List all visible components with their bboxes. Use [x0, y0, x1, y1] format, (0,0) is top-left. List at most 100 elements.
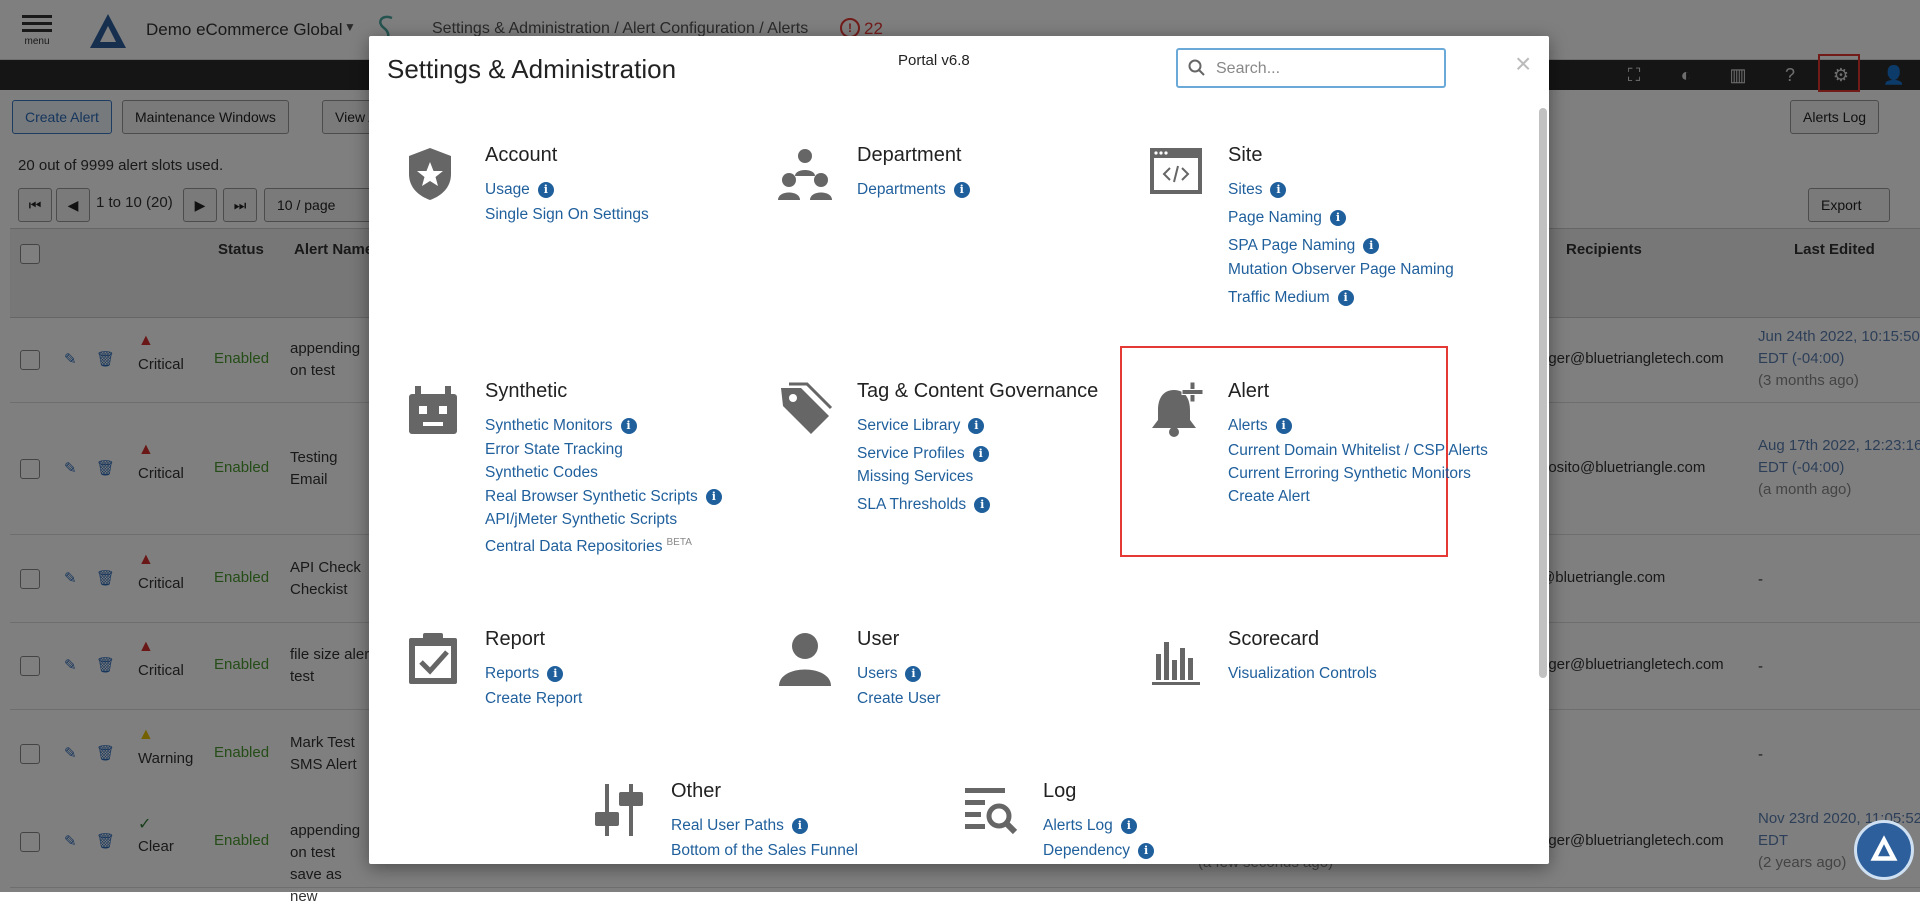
search-icon: [1188, 59, 1205, 76]
link-label: Mutation Observer Page Naming: [1228, 261, 1454, 278]
site-title: Site: [1228, 144, 1263, 166]
link-label: Central Data Repositories: [485, 538, 663, 556]
info-icon[interactable]: i: [791, 818, 808, 834]
info-icon[interactable]: i: [620, 418, 637, 434]
scorecard-icon: [1148, 630, 1206, 688]
synthetic-title: Synthetic: [485, 380, 568, 402]
other-links: Real User Paths i Bottom of the Sales Funn…: [671, 814, 858, 862]
link-label: Missing Services: [857, 468, 974, 485]
link-label: Service Profiles: [857, 445, 965, 462]
synthetic-link-api-jmeter-synthetic-scripts[interactable]: API/jMeter Synthetic Scripts: [485, 508, 677, 531]
alert-link-current-domain-whitelist-csp-alerts[interactable]: Current Domain Whitelist / CSP Alerts: [1228, 439, 1488, 462]
search-field[interactable]: [1176, 48, 1446, 88]
user-links: Users i Create User: [857, 662, 941, 710]
report-links: Reports i Create Report: [485, 662, 582, 710]
info-icon[interactable]: i: [705, 489, 722, 505]
link-label: Alerts: [1228, 417, 1268, 434]
info-icon[interactable]: i: [953, 182, 970, 198]
account-link-usage[interactable]: Usage i: [485, 178, 649, 201]
user-link-create-user[interactable]: Create User: [857, 687, 941, 710]
site-link-traffic-medium[interactable]: Traffic Medium i: [1228, 286, 1354, 309]
search-input[interactable]: [1214, 57, 1438, 81]
log-link-dependency[interactable]: Dependency i: [1043, 839, 1155, 862]
tag-link-sla-thresholds[interactable]: SLA Thresholds i: [857, 493, 991, 516]
other-link-real-user-paths[interactable]: Real User Paths i: [671, 814, 858, 837]
log-link-alerts-log[interactable]: Alerts Log i: [1043, 814, 1154, 837]
site-link-sites[interactable]: Sites i: [1228, 178, 1287, 201]
department-icon: [777, 146, 835, 204]
scrollbar-thumb[interactable]: [1539, 108, 1547, 678]
tag-link-service-library[interactable]: Service Library i: [857, 414, 985, 437]
link-label: Bottom of the Sales Funnel: [671, 842, 858, 859]
other-link-bottom-of-the-sales-funnel[interactable]: Bottom of the Sales Funnel: [671, 839, 858, 862]
info-icon[interactable]: i: [1363, 238, 1380, 254]
alert-link-current-erroring-synthetic-monitors[interactable]: Current Erroring Synthetic Monitors: [1228, 462, 1488, 485]
scorecard-title: Scorecard: [1228, 628, 1320, 650]
info-icon[interactable]: i: [1275, 418, 1292, 434]
info-icon[interactable]: i: [537, 182, 554, 198]
info-icon[interactable]: i: [1337, 290, 1354, 306]
help-fab[interactable]: [1854, 820, 1914, 880]
close-button[interactable]: ×: [1515, 48, 1531, 80]
link-label: Create User: [857, 690, 941, 707]
info-icon[interactable]: i: [972, 446, 989, 462]
tag-link-service-profiles[interactable]: Service Profiles i: [857, 442, 989, 465]
log-links: Alerts Log i Dependency i: [1043, 814, 1155, 862]
site-link-mutation-observer-page-naming[interactable]: Mutation Observer Page Naming: [1228, 258, 1454, 281]
alert-icon: [1148, 381, 1206, 440]
synthetic-link-synthetic-codes[interactable]: Synthetic Codes: [485, 461, 598, 484]
account-link-single-sign-on-settings[interactable]: Single Sign On Settings: [485, 203, 649, 226]
beta-badge: BETA: [666, 537, 692, 548]
department-links: Departments i: [857, 178, 970, 203]
site-icon: [1148, 146, 1206, 204]
other-title: Other: [671, 780, 722, 802]
link-label: Departments: [857, 181, 946, 198]
info-icon[interactable]: i: [1138, 843, 1155, 859]
department-title: Department: [857, 144, 962, 166]
alert-link-alerts[interactable]: Alerts i: [1228, 414, 1488, 437]
link-label: Users: [857, 665, 898, 682]
synthetic-link-central-data-repositories[interactable]: Central Data Repositories BETA: [485, 531, 692, 558]
portal-version: Portal v6.8: [898, 52, 970, 69]
link-label: Dependency: [1043, 842, 1131, 859]
synthetic-link-error-state-tracking[interactable]: Error State Tracking: [485, 438, 623, 461]
log-icon: [963, 782, 1021, 840]
link-label: Create Alert: [1228, 488, 1310, 505]
link-label: Usage: [485, 181, 530, 198]
link-label: Error State Tracking: [485, 441, 623, 458]
link-label: Reports: [485, 665, 540, 682]
report-title: Report: [485, 628, 546, 650]
site-link-page-naming[interactable]: Page Naming i: [1228, 206, 1346, 229]
modal-title: Settings & Administration: [387, 54, 677, 84]
settings-modal: Settings & Administration Portal v6.8 × …: [369, 36, 1549, 864]
link-label: Visualization Controls: [1228, 665, 1377, 682]
alert-link-create-alert[interactable]: Create Alert: [1228, 485, 1488, 508]
info-icon[interactable]: i: [1120, 818, 1137, 834]
alert-links: Alerts i Current Domain Whitelist / CSP Al…: [1228, 414, 1488, 508]
user-title: User: [857, 628, 900, 650]
info-icon[interactable]: i: [1329, 210, 1346, 226]
synthetic-link-real-browser-synthetic-scripts[interactable]: Real Browser Synthetic Scripts i: [485, 485, 722, 508]
link-label: Page Naming: [1228, 209, 1322, 226]
account-links: Usage i Single Sign On Settings: [485, 178, 649, 226]
user-link-users[interactable]: Users i: [857, 662, 941, 685]
link-label: Current Erroring Synthetic Monitors: [1228, 465, 1471, 482]
account-icon: [405, 146, 463, 204]
log-title: Log: [1043, 780, 1077, 802]
info-icon[interactable]: i: [968, 418, 985, 434]
info-icon[interactable]: i: [1270, 182, 1287, 198]
report-link-create-report[interactable]: Create Report: [485, 687, 582, 710]
report-link-reports[interactable]: Reports i: [485, 662, 582, 685]
link-label: SLA Thresholds: [857, 496, 967, 513]
info-icon[interactable]: i: [905, 666, 922, 682]
report-icon: [405, 630, 463, 688]
link-label: Service Library: [857, 417, 961, 434]
info-icon[interactable]: i: [547, 666, 564, 682]
department-link-departments[interactable]: Departments i: [857, 178, 970, 201]
info-icon[interactable]: i: [974, 497, 991, 513]
synthetic-link-synthetic-monitors[interactable]: Synthetic Monitors i: [485, 414, 637, 437]
tag-icon: [777, 382, 835, 440]
site-link-spa-page-naming[interactable]: SPA Page Naming i: [1228, 234, 1380, 257]
tag-link-missing-services[interactable]: Missing Services: [857, 465, 973, 488]
scorecard-link-visualization-controls[interactable]: Visualization Controls: [1228, 662, 1377, 685]
